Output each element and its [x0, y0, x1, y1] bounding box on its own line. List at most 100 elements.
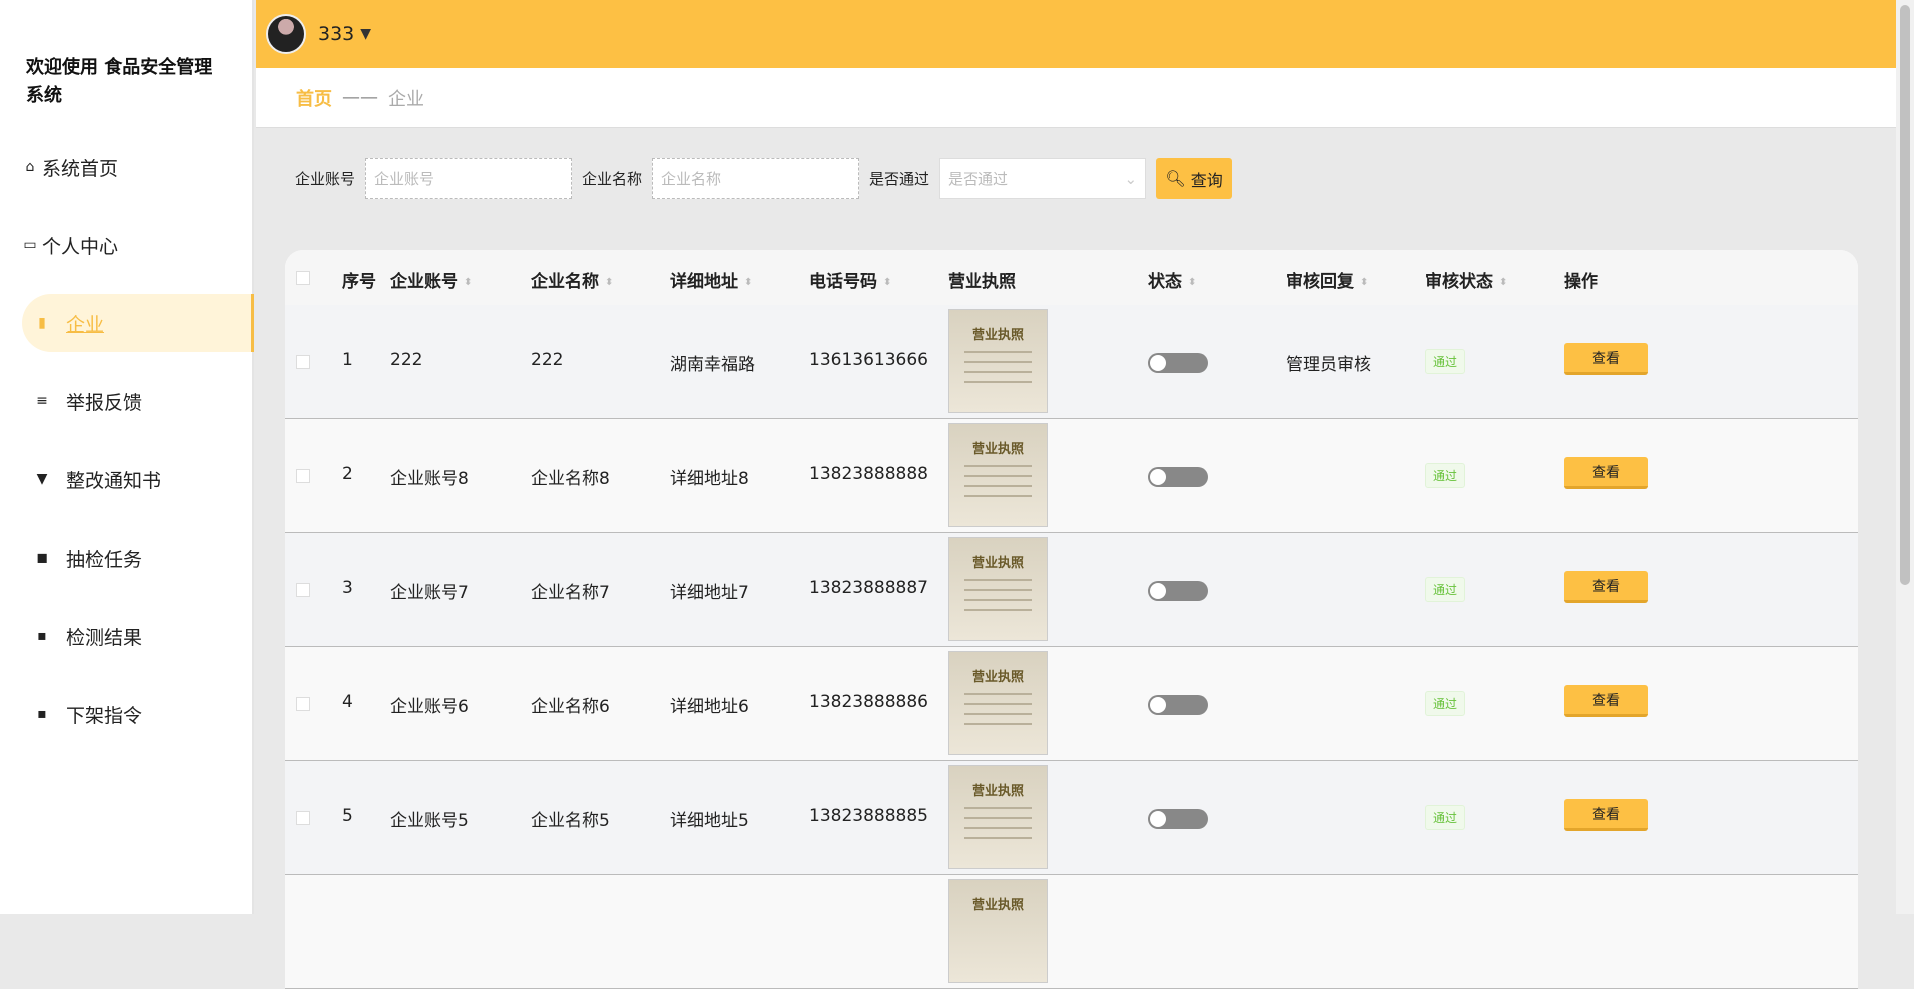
- license-image[interactable]: 营业执照: [948, 651, 1048, 755]
- status-toggle[interactable]: [1148, 695, 1208, 715]
- cell-address: 详细地址5: [670, 811, 749, 831]
- query-label: 查询: [1190, 170, 1223, 190]
- list-icon: ≡: [36, 393, 48, 409]
- select-all-checkbox[interactable]: [296, 271, 310, 285]
- license-image[interactable]: 营业执照: [948, 423, 1048, 527]
- audit-status-badge: 通过: [1425, 577, 1466, 602]
- sort-icon[interactable]: ⬍: [605, 277, 613, 288]
- sidebar-item-label: 企业: [66, 313, 105, 336]
- sidebar-item-2[interactable]: ▮ 企业: [22, 294, 254, 352]
- table-row: 2 企业账号8 企业名称8 详细地址8 13823888888 营业执照 通过 查看: [285, 419, 1858, 533]
- cell-account: 企业账号8: [390, 469, 469, 489]
- license-image-text: 营业执照: [971, 328, 1024, 343]
- name-input[interactable]: 企业名称: [652, 158, 860, 199]
- cell-account: 企业账号5: [390, 811, 469, 831]
- pass-select[interactable]: 是否通过 ⌄: [939, 158, 1147, 199]
- row-checkbox[interactable]: [296, 469, 310, 483]
- sidebar-item-label: 下架指令: [66, 704, 143, 727]
- license-image[interactable]: 营业执照: [948, 765, 1048, 869]
- sidebar-item-7[interactable]: ▪ 下架指令: [22, 685, 254, 743]
- column-header: 营业执照: [948, 267, 1016, 292]
- column-label: 企业名称: [531, 272, 599, 292]
- cell-phone: 13823888888: [809, 464, 928, 484]
- table-row: 1 222 222 湖南幸福路 13613613666 营业执照 管理员审核 通过 查看: [285, 305, 1858, 419]
- column-label: 审核回复: [1286, 272, 1354, 292]
- sort-icon[interactable]: ⬍: [1188, 277, 1196, 288]
- license-image[interactable]: 营业执照: [948, 879, 1048, 983]
- license-image[interactable]: 营业执照: [948, 537, 1048, 641]
- view-button[interactable]: 查看: [1564, 685, 1648, 717]
- cell-name: 企业名称6: [531, 697, 610, 717]
- column-header[interactable]: 企业账号 ⬍: [390, 267, 472, 292]
- sidebar-item-3[interactable]: ≡ 举报反馈: [22, 372, 254, 430]
- cell-address: 详细地址7: [670, 583, 749, 603]
- username[interactable]: 333: [318, 23, 354, 45]
- column-label: 审核状态: [1425, 272, 1493, 292]
- wallet-icon: ◼: [36, 550, 48, 566]
- view-button[interactable]: 查看: [1564, 571, 1648, 603]
- sidebar-item-1[interactable]: ▭ 个人中心: [22, 216, 254, 274]
- sidebar-item-4[interactable]: ▼ 整改通知书: [22, 450, 254, 508]
- sidebar-item-5[interactable]: ◼ 抽检任务: [22, 529, 254, 587]
- pass-label: 是否通过: [869, 170, 930, 188]
- row-checkbox[interactable]: [296, 355, 310, 369]
- cell-name: 企业名称8: [531, 469, 610, 489]
- column-header[interactable]: 审核状态 ⬍: [1425, 267, 1507, 292]
- sidebar-item-label: 抽检任务: [66, 548, 143, 571]
- column-header[interactable]: 状态 ⬍: [1148, 267, 1196, 292]
- row-checkbox[interactable]: [296, 583, 310, 597]
- sidebar: 欢迎使用 食品安全管理系统 ⌂ 系统首页 ▭ 个人中心 ▮ 企业 ≡ 举报反馈 ▼ 整改通知书 ◼ 抽…: [0, 0, 254, 914]
- status-toggle[interactable]: [1148, 581, 1208, 601]
- top-header: 333 ▼: [256, 0, 1896, 68]
- sort-icon[interactable]: ⬍: [1499, 277, 1507, 288]
- app-title: 欢迎使用 食品安全管理系统: [26, 57, 213, 106]
- sort-icon[interactable]: ⬍: [744, 277, 752, 288]
- license-image-text: 营业执照: [971, 442, 1024, 457]
- status-toggle[interactable]: [1148, 809, 1208, 829]
- query-button[interactable]: 🔍︎ 查询: [1156, 158, 1233, 199]
- column-header[interactable]: 详细地址 ⬍: [670, 267, 752, 292]
- scrollbar[interactable]: [1896, 0, 1914, 914]
- row-checkbox[interactable]: [296, 811, 310, 825]
- view-button[interactable]: 查看: [1564, 457, 1648, 489]
- row-checkbox[interactable]: [296, 697, 310, 711]
- breadcrumb-home[interactable]: 首页: [296, 85, 332, 111]
- audit-status-badge: 通过: [1425, 463, 1466, 488]
- view-button[interactable]: 查看: [1564, 343, 1648, 375]
- column-label: 营业执照: [948, 272, 1016, 292]
- column-header[interactable]: 企业名称 ⬍: [531, 267, 613, 292]
- column-header[interactable]: 审核回复 ⬍: [1286, 267, 1368, 292]
- column-label: 电话号码: [809, 272, 877, 292]
- breadcrumb-separator: ——: [342, 87, 378, 108]
- avatar[interactable]: [266, 14, 306, 54]
- name-label: 企业名称: [582, 170, 643, 188]
- cell-phone: 13613613666: [809, 350, 928, 370]
- cell-account: 222: [390, 350, 423, 370]
- sidebar-item-6[interactable]: ▪ 检测结果: [22, 607, 254, 665]
- cell-account: 企业账号7: [390, 583, 469, 603]
- cell-seq: 4: [342, 692, 353, 712]
- license-image-text: 营业执照: [971, 670, 1024, 685]
- scrollbar-thumb[interactable]: [1900, 5, 1910, 585]
- enterprise-table: 序号 企业账号 ⬍ 企业名称 ⬍ 详细地址 ⬍ 电话号码 ⬍ 营业执照 状态 ⬍ 审核回复 ⬍ 审核状态 ⬍ 操…: [285, 250, 1858, 989]
- sidebar-item-label: 个人中心: [42, 235, 119, 258]
- status-toggle[interactable]: [1148, 467, 1208, 487]
- sort-icon[interactable]: ⬍: [1360, 277, 1368, 288]
- sidebar-item-label: 整改通知书: [66, 469, 162, 492]
- sidebar-item-0[interactable]: ⌂ 系统首页: [22, 138, 254, 196]
- breadcrumb: 首页 —— 企业: [256, 68, 1896, 128]
- cell-name: 企业名称5: [531, 811, 610, 831]
- status-toggle[interactable]: [1148, 353, 1208, 373]
- sort-icon[interactable]: ⬍: [464, 277, 472, 288]
- sidebar-item-label: 系统首页: [42, 157, 119, 180]
- sort-icon[interactable]: ⬍: [883, 277, 891, 288]
- cell-phone: 13823888886: [809, 692, 928, 712]
- caret-down-icon[interactable]: ▼: [360, 26, 371, 42]
- license-image[interactable]: 营业执照: [948, 309, 1048, 413]
- column-header[interactable]: 电话号码 ⬍: [809, 267, 891, 292]
- column-label: 详细地址: [670, 272, 738, 292]
- column-label: 状态: [1148, 272, 1182, 292]
- license-image-text: 营业执照: [971, 556, 1024, 571]
- view-button[interactable]: 查看: [1564, 799, 1648, 831]
- account-input[interactable]: 企业账号: [365, 158, 573, 199]
